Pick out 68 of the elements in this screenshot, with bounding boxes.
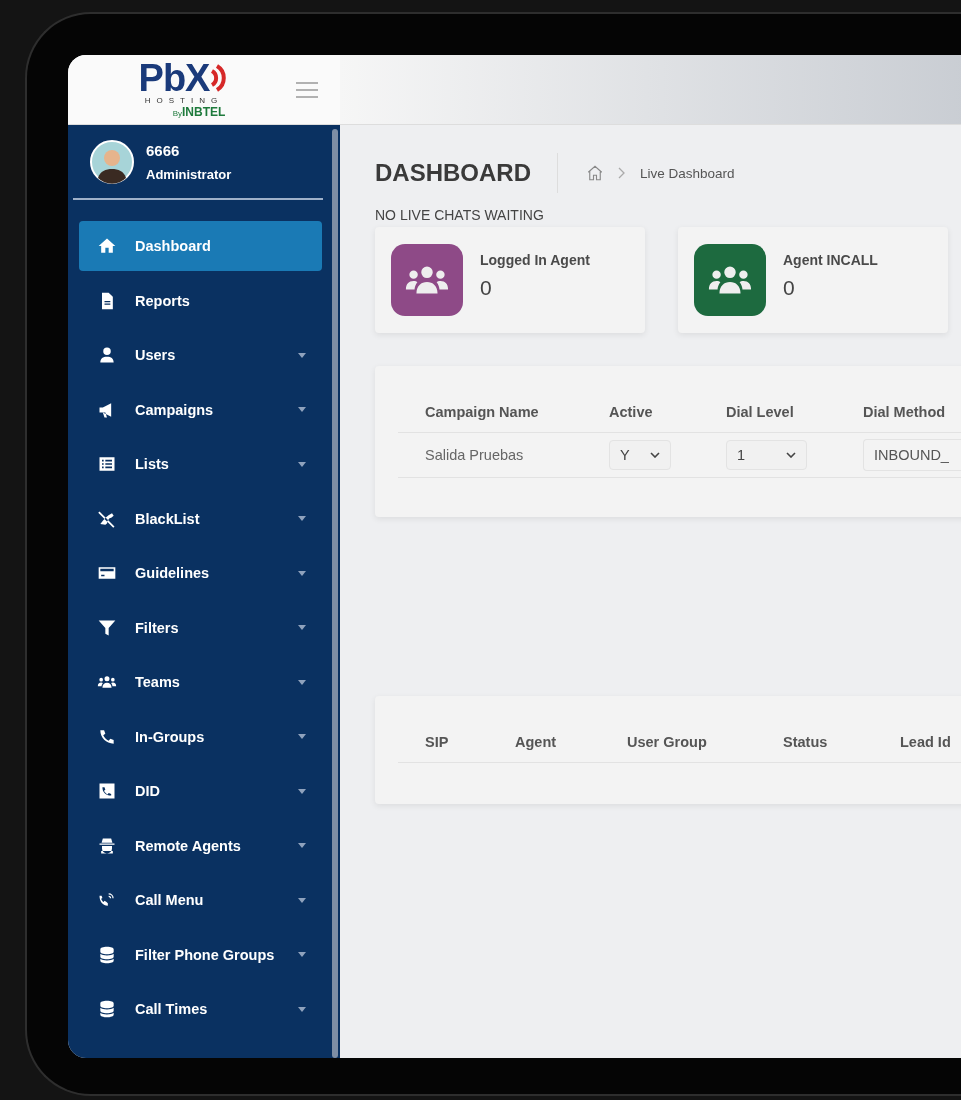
notice-text: NO LIVE CHATS WAITING: [375, 207, 545, 223]
sidebar-item[interactable]: Filter Phone Groups: [79, 929, 322, 980]
database-icon: [97, 944, 117, 965]
home-icon[interactable]: [586, 164, 604, 182]
sidebar-label: BlackList: [135, 510, 201, 527]
sidebar-item[interactable]: Remote Agents: [79, 820, 322, 871]
dial-level-select[interactable]: 1: [726, 440, 807, 470]
sidebar-label: Lists: [135, 456, 170, 472]
column-header: Campaign Name: [425, 404, 540, 420]
sidebar-label: Teams: [135, 674, 181, 690]
stat-label: Logged In Agent: [480, 252, 590, 268]
page-title: DASHBOARD: [375, 159, 531, 187]
sidebar-item[interactable]: Call Menu: [79, 875, 322, 925]
stat-value: 0: [480, 276, 493, 300]
chevron-down-icon: [786, 452, 796, 458]
sidebar-item[interactable]: Campaigns: [79, 384, 322, 435]
stat-value: 0: [783, 276, 796, 300]
column-header: Active: [609, 404, 654, 420]
sidebar-label: Dashboard: [135, 238, 212, 254]
user-icon: [97, 345, 117, 365]
chevron-icon: [618, 167, 626, 179]
dial-method-field[interactable]: INBOUND_: [863, 439, 961, 471]
user-name: 6666: [146, 142, 181, 159]
sidebar-item[interactable]: In-Groups: [79, 711, 322, 762]
sidebar-item[interactable]: BlackList: [79, 493, 322, 544]
breadcrumb-item: Live Dashboard: [640, 165, 735, 181]
sidebar-item[interactable]: Call Times: [79, 984, 322, 1034]
column-header: Dial Level: [726, 404, 795, 420]
stat-label: Agent INCALL: [783, 252, 878, 268]
active-select[interactable]: Y: [609, 440, 671, 470]
column-header: Dial Method: [863, 404, 947, 420]
sidebar-label: Call Menu: [135, 892, 205, 908]
sidebar-label: Remote Agents: [135, 837, 242, 854]
sidebar-label: In-Groups: [135, 728, 206, 745]
sidebar-item[interactable]: Lists: [79, 439, 322, 489]
sidebar-label: Campaigns: [135, 401, 215, 418]
logo-subtitle: HOSTING: [144, 96, 224, 105]
logo-by-text: By: [172, 109, 182, 118]
home-icon: [97, 236, 117, 256]
database-icon: [97, 999, 117, 1019]
sidebar-item[interactable]: Reports: [79, 275, 322, 326]
avatar-icon: [90, 140, 134, 184]
menu-icon[interactable]: [295, 80, 319, 99]
sidebar-label: Reports: [135, 292, 191, 309]
scrollbar[interactable]: [332, 129, 338, 1058]
column-header: Agent: [515, 734, 558, 750]
logo-text: PbX: [138, 60, 210, 96]
user-role: Administrator: [146, 167, 232, 182]
chevron-down-icon: [650, 452, 660, 458]
sidebar-label: Users: [135, 347, 177, 363]
column-header: Lead Id: [900, 734, 952, 750]
list-icon: [97, 454, 117, 474]
sidebar-item[interactable]: Filters: [79, 602, 322, 653]
column-header: User Group: [627, 734, 708, 750]
sidebar-label: Filter Phone Groups: [135, 946, 276, 963]
column-header: SIP: [425, 734, 450, 750]
logo-brand-text: INBTEL: [182, 105, 226, 119]
sidebar-item[interactable]: Users: [79, 330, 322, 380]
sidebar-item[interactable]: Teams: [79, 657, 322, 707]
sidebar-label: Guidelines: [135, 565, 211, 581]
sidebar-item[interactable]: Guidelines: [79, 548, 322, 598]
sidebar-label: DID: [135, 783, 161, 799]
column-header: Status: [783, 734, 829, 750]
sidebar-label: Filters: [135, 619, 180, 636]
sidebar-item[interactable]: Dashboard: [79, 221, 322, 271]
sidebar-label: Call Times: [135, 1001, 209, 1017]
sidebar-item[interactable]: DID: [79, 766, 322, 816]
table-cell-text: Salida Pruebas: [425, 447, 525, 463]
